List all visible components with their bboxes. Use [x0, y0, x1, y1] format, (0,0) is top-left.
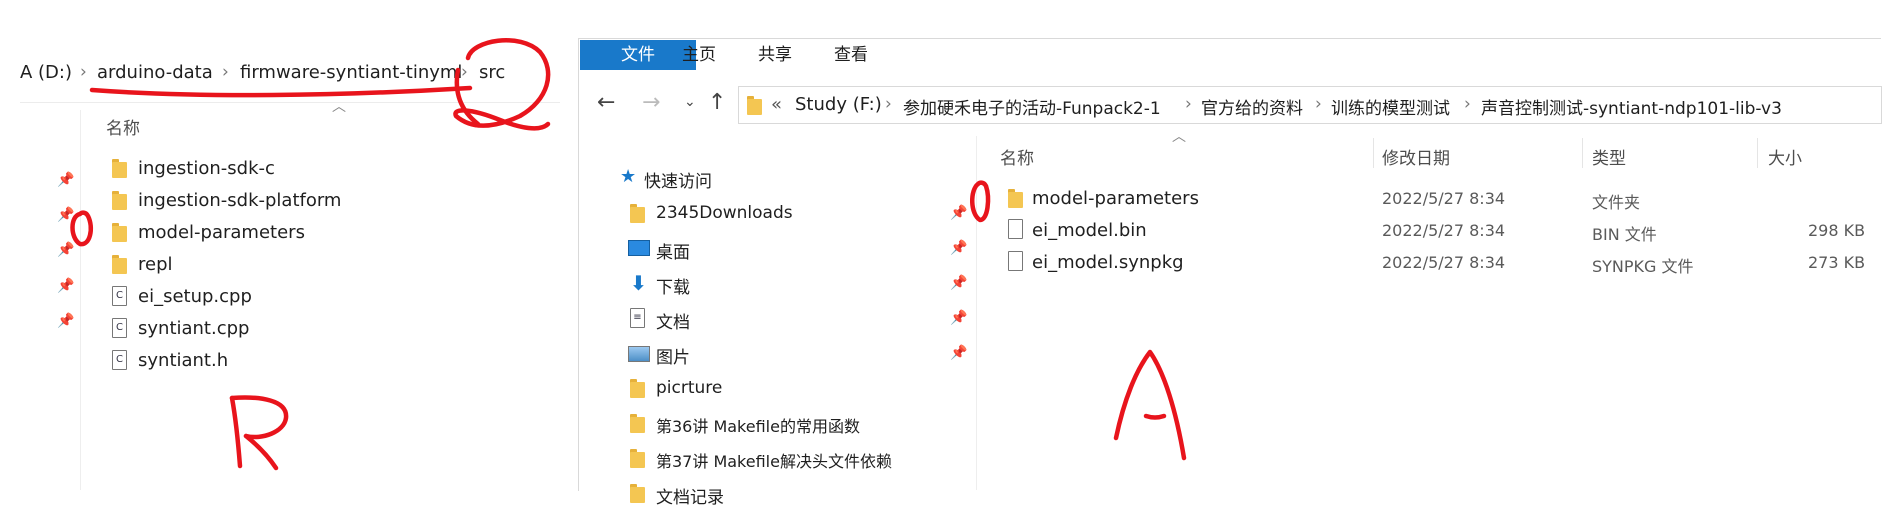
breadcrumb-underline	[89, 85, 473, 98]
red-annotations	[70, 38, 1187, 471]
letter-a-annotation	[1113, 349, 1187, 461]
letter-b-annotation	[229, 395, 243, 469]
mark-left-zero	[70, 210, 93, 247]
mark-right-zero	[970, 180, 991, 223]
